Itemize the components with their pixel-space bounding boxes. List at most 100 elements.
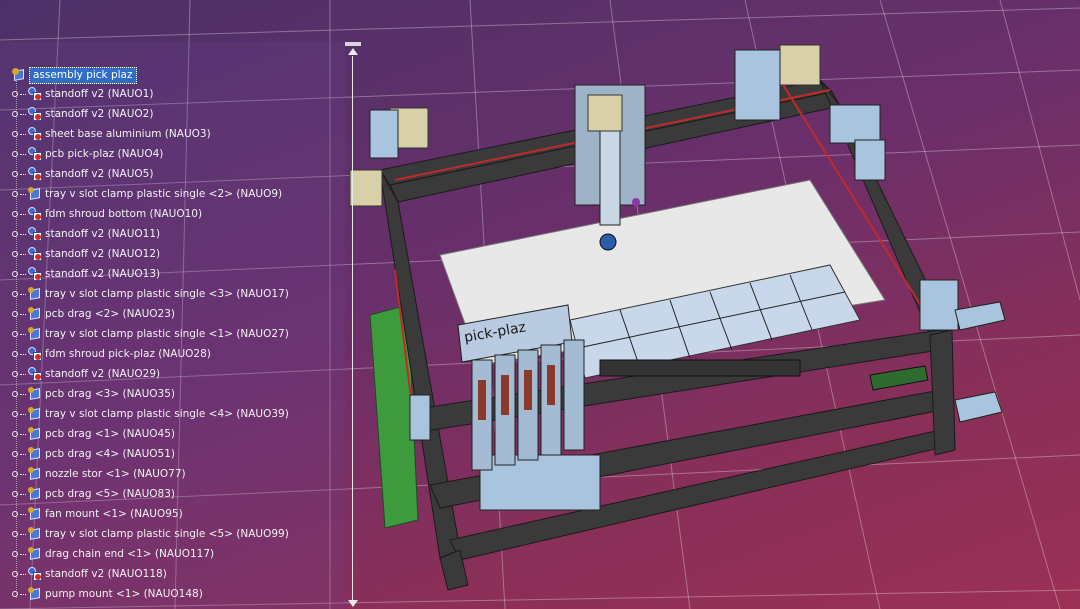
product-icon — [28, 507, 42, 521]
expand-handle-icon[interactable] — [12, 271, 18, 277]
tree-branch-line — [20, 253, 26, 255]
expand-handle-icon[interactable] — [12, 211, 18, 217]
tree-node[interactable]: standoff v2 (NAUO1) — [12, 84, 289, 104]
expand-handle-icon[interactable] — [12, 151, 18, 157]
expand-handle-icon[interactable] — [12, 531, 18, 537]
expand-handle-icon[interactable] — [12, 311, 18, 317]
tree-root-node[interactable]: assembly pick plaz — [12, 66, 137, 84]
tree-branch-line — [20, 453, 26, 455]
expand-handle-icon[interactable] — [12, 91, 18, 97]
expand-handle-icon[interactable] — [12, 191, 18, 197]
tree-branch-line — [20, 213, 26, 215]
product-icon — [28, 447, 42, 461]
tree-branch-line — [20, 433, 26, 435]
tree-node[interactable]: standoff v2 (NAUO118) — [12, 564, 289, 584]
tree-node[interactable]: tray v slot clamp plastic single <3> (NA… — [12, 284, 289, 304]
expand-handle-icon[interactable] — [12, 451, 18, 457]
part-icon — [28, 567, 42, 581]
tree-node[interactable]: sheet base aluminium (NAUO3) — [12, 124, 289, 144]
tree-node-label: pcb pick-plaz (NAUO4) — [45, 147, 164, 160]
tree-node[interactable]: drag chain end <1> (NAUO117) — [12, 544, 289, 564]
product-icon — [28, 307, 42, 321]
tree-node[interactable]: pcb pick-plaz (NAUO4) — [12, 144, 289, 164]
tree-node[interactable]: tray v slot clamp plastic single <1> (NA… — [12, 324, 289, 344]
tree-node[interactable]: fdm shroud bottom (NAUO10) — [12, 204, 289, 224]
expand-handle-icon[interactable] — [12, 511, 18, 517]
tree-node-label: fdm shroud bottom (NAUO10) — [45, 207, 203, 220]
tree-root-label: assembly pick plaz — [29, 66, 137, 84]
tree-branch-line — [20, 333, 26, 335]
part-icon — [28, 107, 42, 121]
tree-node-label: pcb drag <5> (NAUO83) — [45, 487, 176, 500]
tree-node[interactable]: tray v slot clamp plastic single <2> (NA… — [12, 184, 289, 204]
expand-handle-icon[interactable] — [12, 251, 18, 257]
3d-model-view[interactable]: pick-plaz — [340, 30, 1040, 609]
tree-node-label: pcb drag <4> (NAUO51) — [45, 447, 176, 460]
tree-node[interactable]: standoff v2 (NAUO2) — [12, 104, 289, 124]
expand-handle-icon[interactable] — [12, 111, 18, 117]
expand-handle-icon[interactable] — [12, 351, 18, 357]
scroll-up-arrow-icon[interactable] — [348, 48, 358, 55]
expand-handle-icon[interactable] — [12, 411, 18, 417]
tree-node[interactable]: pcb drag <5> (NAUO83) — [12, 484, 289, 504]
tree-node-label: standoff v2 (NAUO5) — [45, 167, 154, 180]
tree-branch-line — [20, 233, 26, 235]
tree-node-label: tray v slot clamp plastic single <2> (NA… — [45, 187, 283, 200]
tree-node[interactable]: pcb drag <4> (NAUO51) — [12, 444, 289, 464]
tree-branch-line — [20, 533, 26, 535]
tree-branch-line — [20, 573, 26, 575]
tree-node-label: pcb drag <2> (NAUO23) — [45, 307, 176, 320]
tree-node[interactable]: fdm shroud pick-plaz (NAUO28) — [12, 344, 289, 364]
tree-node-label: standoff v2 (NAUO12) — [45, 247, 161, 260]
tree-branch-line — [20, 93, 26, 95]
tree-node-label: fdm shroud pick-plaz (NAUO28) — [45, 347, 211, 360]
tree-node[interactable]: standoff v2 (NAUO11) — [12, 224, 289, 244]
product-icon — [28, 327, 42, 341]
scrollbar-top-cap — [345, 42, 361, 46]
tree-node-label: tray v slot clamp plastic single <5> (NA… — [45, 527, 289, 540]
product-icon — [28, 487, 42, 501]
tree-children-list: standoff v2 (NAUO1) standoff v2 (NAUO2) sh… — [12, 84, 289, 604]
tree-branch-line — [20, 293, 26, 295]
expand-handle-icon[interactable] — [12, 471, 18, 477]
tree-node[interactable]: nozzle stor <1> (NAUO77) — [12, 464, 289, 484]
expand-handle-icon[interactable] — [12, 571, 18, 577]
tree-node[interactable]: pcb drag <1> (NAUO45) — [12, 424, 289, 444]
tree-node[interactable]: standoff v2 (NAUO29) — [12, 364, 289, 384]
tree-branch-line — [20, 113, 26, 115]
tree-node[interactable]: pump mount <1> (NAUO148) — [12, 584, 289, 604]
expand-handle-icon[interactable] — [12, 431, 18, 437]
tree-node[interactable]: tray v slot clamp plastic single <4> (NA… — [12, 404, 289, 424]
expand-handle-icon[interactable] — [12, 391, 18, 397]
tree-node[interactable]: fan mount <1> (NAUO95) — [12, 504, 289, 524]
expand-handle-icon[interactable] — [12, 591, 18, 597]
tree-node[interactable]: standoff v2 (NAUO12) — [12, 244, 289, 264]
expand-handle-icon[interactable] — [12, 371, 18, 377]
expand-handle-icon[interactable] — [12, 171, 18, 177]
product-icon — [28, 287, 42, 301]
scroll-down-arrow-icon[interactable] — [348, 600, 358, 607]
expand-handle-icon[interactable] — [12, 551, 18, 557]
part-icon — [28, 227, 42, 241]
expand-handle-icon[interactable] — [12, 231, 18, 237]
part-icon — [28, 87, 42, 101]
expand-handle-icon[interactable] — [12, 291, 18, 297]
tree-node[interactable]: standoff v2 (NAUO13) — [12, 264, 289, 284]
tree-node[interactable]: pcb drag <2> (NAUO23) — [12, 304, 289, 324]
expand-handle-icon[interactable] — [12, 491, 18, 497]
tree-node[interactable]: tray v slot clamp plastic single <5> (NA… — [12, 524, 289, 544]
expand-handle-icon[interactable] — [12, 331, 18, 337]
part-icon — [28, 347, 42, 361]
part-icon — [28, 127, 42, 141]
tree-scrollbar[interactable] — [345, 42, 361, 609]
tree-node-label: standoff v2 (NAUO13) — [45, 267, 161, 280]
tree-node[interactable]: pcb drag <3> (NAUO35) — [12, 384, 289, 404]
tree-branch-line — [20, 193, 26, 195]
tree-node[interactable]: standoff v2 (NAUO5) — [12, 164, 289, 184]
tree-node-label: tray v slot clamp plastic single <1> (NA… — [45, 327, 289, 340]
product-icon — [28, 387, 42, 401]
product-icon — [28, 547, 42, 561]
expand-handle-icon[interactable] — [12, 131, 18, 137]
tree-branch-line — [20, 173, 26, 175]
scrollbar-track[interactable] — [352, 56, 353, 601]
